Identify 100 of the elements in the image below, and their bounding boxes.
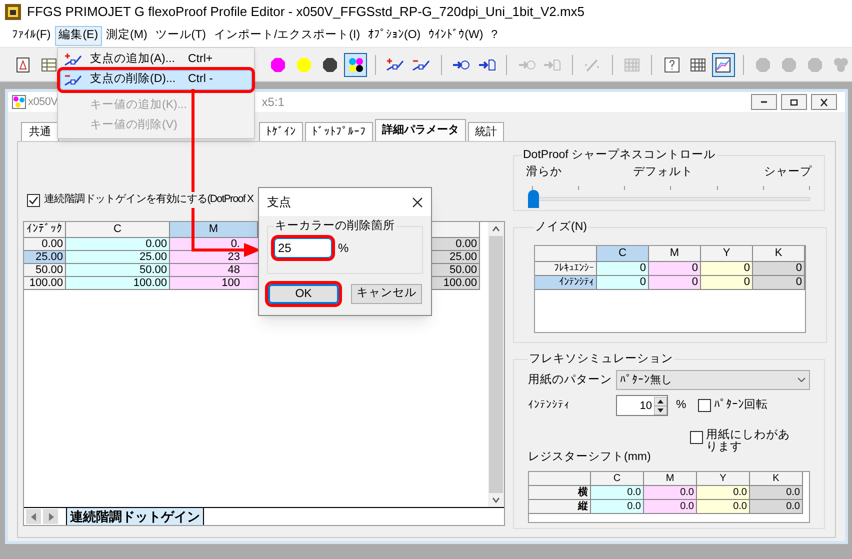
dialog-title: 支点	[267, 194, 291, 211]
row-header[interactable]: 0.00	[24, 238, 66, 251]
table-cell: 0.0	[697, 500, 750, 514]
section-label: レジスターシフト(mm)	[528, 450, 652, 466]
dialog-button[interactable]: キャンセル	[351, 284, 422, 304]
group-title: ノイズ(N)	[534, 220, 588, 235]
menu-item[interactable]: インポート/エクスポート(I)	[210, 26, 364, 46]
checkbox[interactable]	[27, 194, 40, 206]
chart-icon	[715, 56, 732, 72]
cmyk-dots-icon	[348, 56, 364, 72]
table-cell: 0	[701, 262, 753, 276]
dots-cluster-icon	[832, 56, 849, 72]
table-cell: 0	[649, 262, 701, 276]
remove-point-icon	[64, 73, 82, 87]
tab[interactable]: 詳細パラメータ	[375, 119, 466, 141]
table-icon	[41, 56, 58, 72]
scroll-right-button[interactable]	[43, 509, 58, 524]
grid-icon	[690, 56, 706, 72]
table-cell: 0.0	[750, 486, 803, 500]
arrow-circle-icon	[452, 58, 470, 72]
group-title: フレキソシミュレーション	[528, 352, 674, 367]
grid-icon	[624, 56, 640, 72]
column-header: C	[66, 222, 170, 238]
row-header[interactable]: 100.00	[24, 277, 66, 290]
toolbar-button[interactable]	[344, 52, 367, 76]
row-header[interactable]: 25.00	[24, 251, 66, 264]
tab[interactable]: 共通	[21, 122, 59, 141]
checkbox-label: 連続階調ドットゲインを有効にする(DotProof X	[44, 192, 254, 208]
column-header: ｲﾝﾃﾞｯｸ	[24, 222, 66, 238]
close-button[interactable]	[811, 94, 837, 110]
row-header[interactable]: ｲﾝﾃﾝｼﾃｨ	[535, 276, 597, 290]
toolbar-button[interactable]	[712, 52, 735, 76]
input-field[interactable]: 25	[274, 238, 332, 258]
close-icon[interactable]	[412, 196, 423, 208]
tab[interactable]: ﾄﾞｯﾄﾌﾟﾙｰﾌ	[305, 122, 373, 141]
left-arrow-icon	[30, 512, 36, 520]
intensity-spinner[interactable]: 10	[616, 395, 668, 416]
menu-item[interactable]: ｳｲﾝﾄﾞｳ(W)	[424, 26, 488, 46]
row-header: 縦	[529, 500, 591, 514]
add-point-icon	[64, 53, 82, 67]
menu-item[interactable]: ?	[487, 26, 502, 46]
group-title: DotProof シャープネスコントロール	[522, 147, 717, 163]
menu-item[interactable]: 編集(E)	[54, 26, 102, 46]
menu-item[interactable]: ｵﾌﾟｼｮﾝ(O)	[364, 26, 425, 46]
column-header: K	[750, 472, 803, 486]
app-icon	[5, 4, 21, 20]
table-cell: 0	[597, 276, 649, 290]
table-cell: 0.0	[644, 500, 697, 514]
table-cell: 0.00	[66, 238, 170, 251]
field-label: 用紙のパターン	[528, 372, 608, 388]
scroll-thumb[interactable]	[489, 236, 503, 493]
add-point-icon	[386, 58, 404, 72]
dialog-button[interactable]: OK	[268, 284, 339, 304]
octagon-icon	[270, 56, 286, 72]
table-cell: 0	[753, 262, 805, 276]
octagon-icon	[322, 56, 338, 72]
table-cell: 25.00	[66, 251, 170, 264]
help-icon	[664, 56, 680, 72]
tab[interactable]: 統計	[468, 122, 504, 141]
table-cell: 0.0	[697, 486, 750, 500]
field-label: ｲﾝﾃﾝｼﾃｨ	[528, 398, 571, 413]
table-cell: 0.0	[644, 486, 697, 500]
checkbox[interactable]	[690, 431, 703, 444]
row-header[interactable]: 50.00	[24, 264, 66, 277]
row-header[interactable]: ﾌﾚｷｭｴﾝｼｰ	[535, 262, 597, 276]
chevron-down-icon	[797, 377, 806, 384]
sheet-tab[interactable]: 連続階調ドットゲイン	[66, 508, 204, 525]
group-title: キーカラーの削除箇所	[274, 218, 396, 234]
menu-option[interactable]: 支点の追加(A)... Ctrl+	[60, 50, 252, 70]
column-header: M	[170, 222, 258, 238]
table-cell: 0.0	[591, 486, 644, 500]
menu-item[interactable]: ﾌｧｲﾙ(F)	[8, 26, 55, 46]
table-cell: 0.0	[750, 500, 803, 514]
menu-option[interactable]: 支点の削除(D)... Ctrl -	[60, 70, 252, 90]
minimize-icon	[760, 101, 768, 103]
slider-thumb[interactable]	[528, 190, 539, 208]
wand-icon	[584, 56, 600, 72]
arrow-page-icon	[478, 58, 496, 72]
scroll-left-button[interactable]	[26, 509, 41, 524]
checkbox-label: 用紙にしわがあります	[706, 429, 791, 454]
octagon-icon	[806, 56, 823, 72]
document-title: x5:1	[262, 94, 284, 111]
restore-button[interactable]	[781, 94, 807, 110]
column-header: C	[597, 246, 649, 262]
table-cell: 23	[170, 251, 258, 264]
restore-icon	[789, 98, 799, 106]
table-cell: 0	[649, 276, 701, 290]
column-header: M	[644, 472, 697, 486]
pattern-dropdown[interactable]: ﾊﾟﾀｰﾝ無し	[616, 370, 810, 390]
checkbox-label: ﾊﾟﾀｰﾝ回転	[714, 398, 768, 414]
menu-item[interactable]: ツール(T)	[151, 26, 210, 46]
window-title: FFGS PRIMOJET G flexoProof Profile Editor - x050V_FFGSstd_RP-G_720dpi_Uni_1bit_V2.mx5	[27, 3, 585, 22]
octagon-icon	[780, 56, 797, 72]
menu-item[interactable]: 測定(M)	[102, 26, 152, 46]
arrow-page-icon	[543, 58, 562, 72]
column-header: Y	[697, 472, 750, 486]
slider-label: デフォルト	[633, 165, 693, 180]
scrollbar[interactable]	[488, 222, 504, 507]
tab[interactable]: ﾄｹﾞｲﾝ	[259, 122, 303, 141]
checkbox[interactable]	[698, 399, 712, 412]
